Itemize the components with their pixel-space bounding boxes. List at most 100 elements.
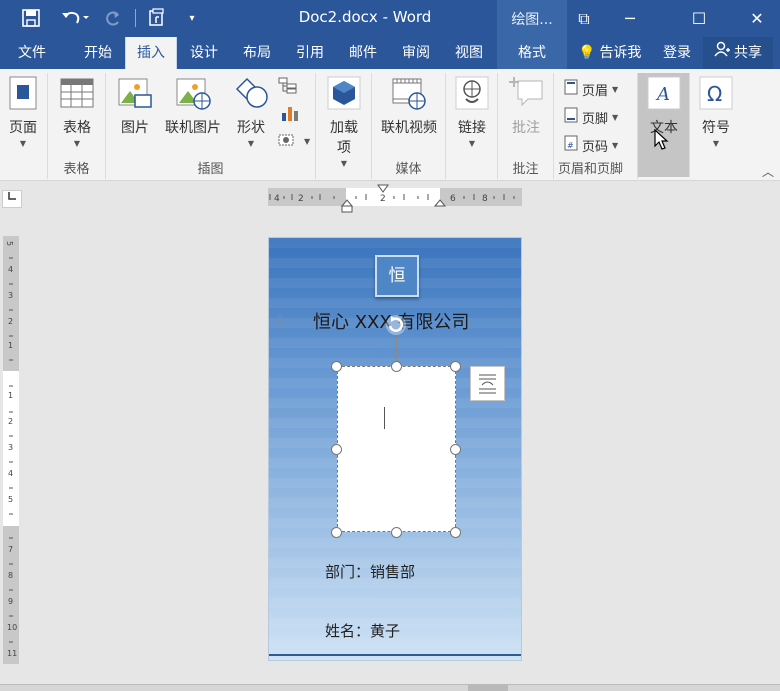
minimize-button[interactable]: ─ xyxy=(607,0,653,37)
chevron-down-icon: ▼ xyxy=(612,140,619,150)
resize-handle-bottom-right[interactable] xyxy=(450,527,461,538)
group-label-tables: 表格 xyxy=(63,162,90,177)
page-label: 页面 xyxy=(9,120,37,136)
collapse-ribbon-icon[interactable]: ︿ xyxy=(762,163,774,180)
symbol-label: 符号 xyxy=(702,120,730,136)
tab-review[interactable]: 审阅 xyxy=(393,37,439,69)
tab-stop-selector[interactable] xyxy=(2,190,22,208)
omega-icon: Ω xyxy=(698,75,734,111)
svg-text:9: 9 xyxy=(8,597,13,606)
svg-text:1: 1 xyxy=(8,341,13,350)
name-line[interactable]: 姓名：黄子 xyxy=(325,620,400,641)
svg-text:8: 8 xyxy=(8,571,13,580)
photo-text-box[interactable] xyxy=(337,366,456,532)
rotate-handle-icon[interactable] xyxy=(385,314,407,336)
svg-text:4: 4 xyxy=(8,265,13,274)
smartart-button[interactable] xyxy=(278,77,298,99)
online-video-button[interactable]: 联机视频 xyxy=(376,75,442,137)
maximize-button[interactable]: ☐ xyxy=(676,0,722,37)
page-icon xyxy=(5,75,41,111)
table-icon xyxy=(59,75,95,111)
layout-options-icon xyxy=(479,374,496,394)
tab-layout[interactable]: 布局 xyxy=(234,37,280,69)
svg-text:3: 3 xyxy=(8,443,13,452)
tab-references[interactable]: 引用 xyxy=(287,37,333,69)
group-label-comments: 批注 xyxy=(512,162,539,177)
department-label: 部门： xyxy=(325,563,371,581)
page-number-label: 页码 xyxy=(582,139,609,155)
layout-options-button[interactable] xyxy=(470,366,505,401)
footer-label: 页脚 xyxy=(582,111,609,127)
addins-button[interactable]: 加载 项 ▼ xyxy=(324,75,364,168)
tab-file[interactable]: 文件 xyxy=(8,37,56,69)
chevron-down-icon: ▼ xyxy=(612,84,619,94)
screenshot-button[interactable]: ▼ xyxy=(278,131,310,151)
link-button[interactable]: 链接 ▼ xyxy=(451,75,493,148)
svg-text:10: 10 xyxy=(7,623,17,632)
footer-icon xyxy=(564,107,578,127)
horizontal-ruler[interactable]: 42268 xyxy=(268,184,522,213)
resize-handle-top-left[interactable] xyxy=(331,361,342,372)
online-picture-label: 联机图片 xyxy=(165,120,221,136)
svg-text:Ω: Ω xyxy=(707,82,722,106)
header-button[interactable]: 页眉 ▼ xyxy=(564,79,618,99)
redo-icon[interactable] xyxy=(102,6,124,30)
addins-icon xyxy=(326,75,362,111)
group-illustrations: 图片 联机图片 形状 ▼ ▼ 插图 xyxy=(106,73,316,179)
horizontal-scrollbar-thumb[interactable] xyxy=(468,685,508,691)
share-button[interactable]: 共享 xyxy=(703,37,773,69)
anchor-icon: ⚓ xyxy=(273,312,288,331)
tab-home[interactable]: 开始 xyxy=(74,37,122,69)
shapes-icon xyxy=(233,75,269,111)
svg-text:5: 5 xyxy=(5,241,14,246)
comment-button[interactable]: 批注 xyxy=(504,75,548,137)
tab-design[interactable]: 设计 xyxy=(181,37,227,69)
footer-button[interactable]: 页脚 ▼ xyxy=(564,107,618,127)
close-button[interactable]: ✕ xyxy=(734,0,780,37)
online-picture-button[interactable]: 联机图片 xyxy=(162,75,224,137)
vertical-ruler[interactable]: 5 4 3 2 1 1 2 3 4 5 7 8 9 10 11 xyxy=(3,236,19,664)
text-button[interactable]: A 文本 xyxy=(643,75,685,137)
table-button[interactable]: 表格 ▼ xyxy=(56,75,98,148)
resize-handle-bottom[interactable] xyxy=(391,527,402,538)
tell-me-label: 告诉我 xyxy=(599,45,642,61)
tab-view[interactable]: 视图 xyxy=(446,37,492,69)
group-header-footer: 页眉 ▼ 页脚 ▼ # 页码 ▼ 页眉和页脚 xyxy=(554,73,638,179)
context-tab-group: 绘图... xyxy=(497,0,567,37)
resize-handle-right[interactable] xyxy=(450,444,461,455)
name-label: 姓名： xyxy=(325,622,371,640)
chart-button[interactable] xyxy=(280,103,300,127)
resize-handle-bottom-left[interactable] xyxy=(331,527,342,538)
tell-me-box[interactable]: 💡 告诉我 xyxy=(578,37,652,69)
save-icon[interactable] xyxy=(18,6,44,30)
shapes-button[interactable]: 形状 ▼ xyxy=(230,75,272,148)
text-icon: A xyxy=(646,75,682,111)
touch-mode-icon[interactable] xyxy=(145,6,169,30)
resize-handle-left[interactable] xyxy=(331,444,342,455)
resize-handle-top[interactable] xyxy=(391,361,402,372)
text-cursor xyxy=(384,407,385,429)
tab-insert[interactable]: 插入 xyxy=(125,37,177,69)
ribbon-display-options-icon[interactable]: ⧉ xyxy=(561,0,607,37)
company-logo[interactable]: 恒 xyxy=(375,255,419,297)
department-line[interactable]: 部门：销售部 xyxy=(325,561,415,582)
online-video-label: 联机视频 xyxy=(381,120,437,136)
customize-toolbar-icon[interactable]: ▾ xyxy=(182,6,202,30)
business-card-page[interactable]: 恒 ⚓ 恒心 XXX 有限公司 部门：销售部 姓名：黄子 xyxy=(268,237,522,661)
page-button[interactable]: 页面 ▼ xyxy=(2,75,44,148)
indent-markers[interactable] xyxy=(268,184,522,214)
resize-handle-top-right[interactable] xyxy=(450,361,461,372)
card-bottom-rule xyxy=(269,654,521,656)
undo-icon[interactable] xyxy=(56,6,94,30)
symbol-button[interactable]: Ω 符号 ▼ xyxy=(695,75,737,148)
login-link[interactable]: 登录 xyxy=(656,37,698,69)
addins-label-line1: 加载 xyxy=(330,120,358,136)
tab-format[interactable]: 格式 xyxy=(497,37,567,69)
tab-mailings[interactable]: 邮件 xyxy=(340,37,386,69)
page-number-button[interactable]: # 页码 ▼ xyxy=(564,135,618,155)
link-icon xyxy=(454,75,490,111)
svg-text:2: 2 xyxy=(8,317,13,326)
svg-text:3: 3 xyxy=(8,291,13,300)
toolbar-separator xyxy=(134,6,136,30)
picture-button[interactable]: 图片 xyxy=(112,75,158,137)
